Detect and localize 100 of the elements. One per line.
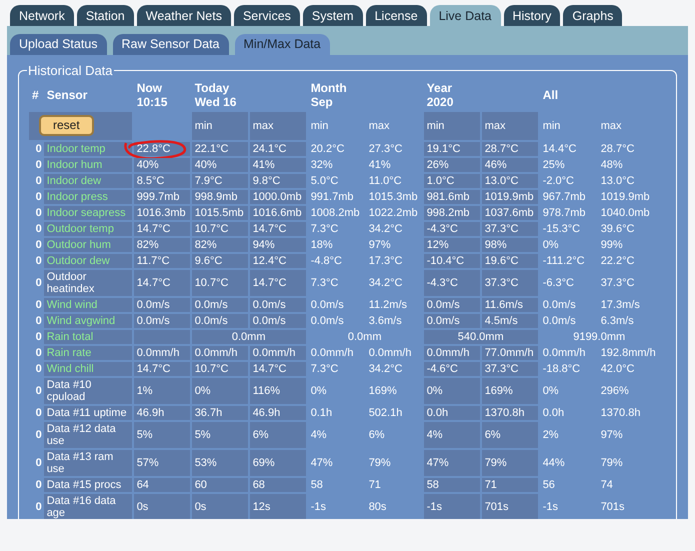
- table-cell-text: 0.0m/s: [310, 298, 345, 312]
- sensor-name: Data #12 data use: [44, 422, 132, 448]
- sensor-name: Outdoor hum: [44, 238, 132, 252]
- table-cell-text: 6.3m/s: [600, 314, 635, 328]
- table-cell: 19.6°C: [482, 254, 538, 268]
- table-cell-text: 192.8mm/h: [600, 346, 657, 360]
- nav-tab[interactable]: Network: [10, 5, 74, 26]
- table-cell-text: -111.2°C: [542, 254, 586, 268]
- table-cell: 37.3°C: [482, 270, 538, 296]
- row-index: 0: [34, 190, 42, 204]
- table-cell: 10.7°C: [192, 222, 248, 236]
- table-cell: 0.0mm/h: [134, 346, 190, 360]
- table-cell-text: 7.3°C: [310, 222, 340, 236]
- table-cell-text: 11.0°C: [368, 174, 403, 188]
- table-cell-text: 74: [600, 478, 614, 492]
- table-cell: 0.0m/s: [250, 298, 306, 312]
- table-cell: 0%: [192, 378, 248, 404]
- table-cell-text: 502.1h: [368, 406, 404, 420]
- table-cell-text: 20.2°C: [310, 142, 346, 156]
- table-cell: 10.7°C: [192, 362, 248, 376]
- table-cell: 0.0mm/h: [250, 346, 306, 360]
- table-cell: 1019.9mb: [482, 190, 538, 204]
- table-cell-text: 978.7mb: [542, 206, 586, 220]
- table-cell-text: 3.6m/s: [368, 314, 403, 328]
- table-cell-text: 7.3°C: [310, 362, 340, 376]
- subheader-cell: min: [192, 112, 248, 140]
- table-cell-text: 34.2°C: [368, 362, 404, 376]
- sensor-name: Indoor press: [44, 190, 132, 204]
- sub-tab[interactable]: Upload Status: [10, 34, 107, 55]
- nav-tab[interactable]: Station: [76, 5, 134, 26]
- table-cell: 57%: [134, 450, 190, 476]
- nav-tab[interactable]: License: [366, 5, 427, 26]
- table-cell: 4.5m/s: [482, 314, 538, 328]
- table-cell-text: 0.0m/s: [310, 314, 345, 328]
- table-cell: 0s: [134, 494, 190, 519]
- table-cell: 0.0m/s: [134, 298, 190, 312]
- table-cell-text: 11.2m/s: [368, 298, 408, 312]
- table-cell-text: 97%: [368, 238, 392, 252]
- sensor-name: Outdoor heatindex: [44, 270, 132, 296]
- table-cell-text: 0.0mm/h: [368, 346, 412, 360]
- row-index: 0: [34, 456, 42, 471]
- table-cell: 14.7°C: [250, 270, 306, 296]
- table-cell: 14.7°C: [134, 362, 190, 376]
- table-cell-text: 47%: [310, 456, 334, 471]
- table-cell: 6%: [250, 422, 306, 448]
- table-cell: 53%: [192, 450, 248, 476]
- table-cell: 1016.6mb: [250, 206, 306, 220]
- sensor-name: Indoor dew: [44, 174, 132, 188]
- row-index: 0: [34, 384, 42, 399]
- table-cell: 12.4°C: [250, 254, 306, 268]
- table-cell: 540.0mm: [424, 330, 538, 344]
- table-cell: 4%: [424, 422, 480, 448]
- row-index: 0: [34, 254, 42, 268]
- table-cell-text: -2.0°C: [542, 174, 575, 188]
- nav-tab[interactable]: History: [504, 5, 560, 26]
- table-cell: 0.0m/s: [424, 298, 480, 312]
- table-cell-text: 0.0h: [542, 406, 566, 420]
- row-index: 0: [34, 206, 42, 220]
- table-cell: 77.0mm/h: [482, 346, 538, 360]
- table-cell: 14.7°C: [134, 222, 190, 236]
- table-cell: 79%: [482, 450, 538, 476]
- sensor-name: Data #15 procs: [44, 478, 132, 492]
- table-cell-text: 13.0°C: [600, 174, 636, 188]
- table-cell-text: 296%: [600, 384, 630, 399]
- subheader-cell: max: [482, 112, 538, 140]
- panel-legend: Historical Data: [27, 63, 114, 78]
- table-cell: 40%: [134, 158, 190, 172]
- table-cell-text: 56: [542, 478, 556, 492]
- nav-tab[interactable]: Live Data: [430, 5, 500, 26]
- table-cell-text: 80s: [368, 500, 388, 515]
- nav-tab[interactable]: Graphs: [563, 5, 622, 26]
- table-cell: 14.7°C: [134, 270, 190, 296]
- sensor-name: Rain total: [44, 330, 132, 344]
- row-index: 0: [34, 222, 42, 236]
- table-cell-text: -15.3°C: [542, 222, 582, 236]
- table-cell: 98%: [482, 238, 538, 252]
- table-cell-text: 79%: [368, 456, 392, 471]
- nav-tab[interactable]: System: [302, 5, 363, 26]
- table-cell: 14.7°C: [250, 362, 306, 376]
- reset-button[interactable]: reset: [39, 115, 94, 136]
- sub-tab[interactable]: Min/Max Data: [234, 34, 330, 55]
- table-cell: 40%: [192, 158, 248, 172]
- table-cell: 169%: [482, 378, 538, 404]
- sub-tab[interactable]: Raw Sensor Data: [112, 34, 228, 55]
- table-cell-text: 1008.2mb: [310, 206, 361, 220]
- table-cell: 22.1°C: [192, 142, 248, 156]
- table-cell: 12s: [250, 494, 306, 519]
- nav-tab[interactable]: Services: [234, 5, 300, 26]
- table-cell-text: 32%: [310, 158, 334, 172]
- row-index: 0: [34, 238, 42, 252]
- sensor-name: Indoor temp: [44, 142, 132, 156]
- table-cell-text: 44%: [542, 456, 566, 471]
- sensor-name: Outdoor dew: [44, 254, 132, 268]
- table-cell: 1000.0mb: [250, 190, 306, 204]
- table-cell-text: -4.8°C: [310, 254, 343, 268]
- table-cell-text: 4%: [310, 428, 328, 443]
- table-cell: 0s: [192, 494, 248, 519]
- period-header: Now 10:15: [136, 81, 168, 109]
- table-cell-text: 0%: [310, 384, 328, 399]
- nav-tab[interactable]: Weather Nets: [136, 5, 231, 26]
